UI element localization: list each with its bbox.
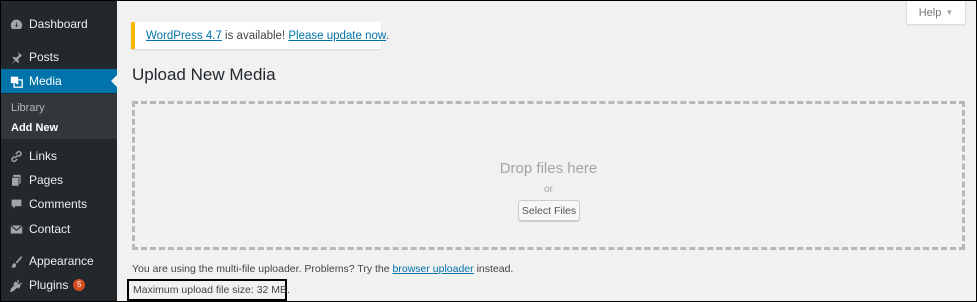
sidebar-item-label: Plugins [29,278,69,292]
sidebar-item-label: Posts [29,50,60,64]
uploader-note-end: instead. [473,263,514,275]
or-text: or [544,184,553,195]
notice-end-text: . [386,29,390,42]
sidebar-item-label: Comments [29,197,88,211]
sidebar-item-label: Media [29,74,62,88]
sidebar-item-label: Dashboard [29,17,88,31]
sidebar-item-links[interactable]: Links [1,144,117,168]
dashboard-icon [9,17,23,31]
brush-icon [9,254,23,268]
help-tab-button[interactable]: Help ▼ [906,1,966,25]
file-drop-zone[interactable]: Drop files here or Select Files [132,101,965,250]
plugin-update-count-badge: 5 [73,279,86,291]
page-icon [9,173,23,187]
sidebar-item-plugins[interactable]: Plugins 5 [1,273,117,297]
drop-files-text: Drop files here [499,160,598,177]
sidebar-item-label: Contact [29,222,71,236]
comment-icon [9,197,23,211]
submenu-item-add-new[interactable]: Add New [11,122,58,134]
media-icon [9,74,23,88]
admin-sidebar: Dashboard Posts Media Library Add New Li… [1,1,117,301]
sidebar-item-posts[interactable]: Posts [1,45,117,69]
mail-icon [9,222,23,236]
link-icon [9,149,23,163]
sidebar-item-label: Links [29,149,58,163]
sidebar-item-media[interactable]: Media [1,69,117,93]
uploader-note-text: You are using the multi-file uploader. P… [132,263,393,275]
browser-uploader-link[interactable]: browser uploader [393,263,474,275]
wp-admin-window: Dashboard Posts Media Library Add New Li… [0,0,977,302]
plug-icon [9,278,23,292]
sidebar-item-appearance[interactable]: Appearance [1,249,117,273]
notice-text: is available! [221,29,289,42]
sidebar-item-contact[interactable]: Contact [1,217,117,241]
pin-icon [9,50,23,64]
wordpress-version-link[interactable]: WordPress 4.7 [146,30,222,42]
submenu-item-library[interactable]: Library [11,102,45,114]
sidebar-item-label: Pages [29,173,64,187]
current-menu-arrow [111,75,117,87]
update-notice: WordPress 4.7 is available! Please updat… [131,22,389,49]
page-title: Upload New Media [132,65,276,84]
update-now-link[interactable]: Please update now [288,30,386,42]
sidebar-item-label: Appearance [29,254,94,268]
help-tab-label: Help [918,6,942,19]
sidebar-item-comments[interactable]: Comments [1,192,117,216]
caret-down-icon: ▼ [945,8,954,17]
select-files-button[interactable]: Select Files [518,200,580,221]
uploader-note: You are using the multi-file uploader. P… [132,263,513,275]
media-submenu: Library Add New [1,94,117,139]
sidebar-item-dashboard[interactable]: Dashboard [1,12,117,36]
max-upload-size: Maximum upload file size: 32 MB. [127,279,290,301]
sidebar-item-pages[interactable]: Pages [1,168,117,192]
